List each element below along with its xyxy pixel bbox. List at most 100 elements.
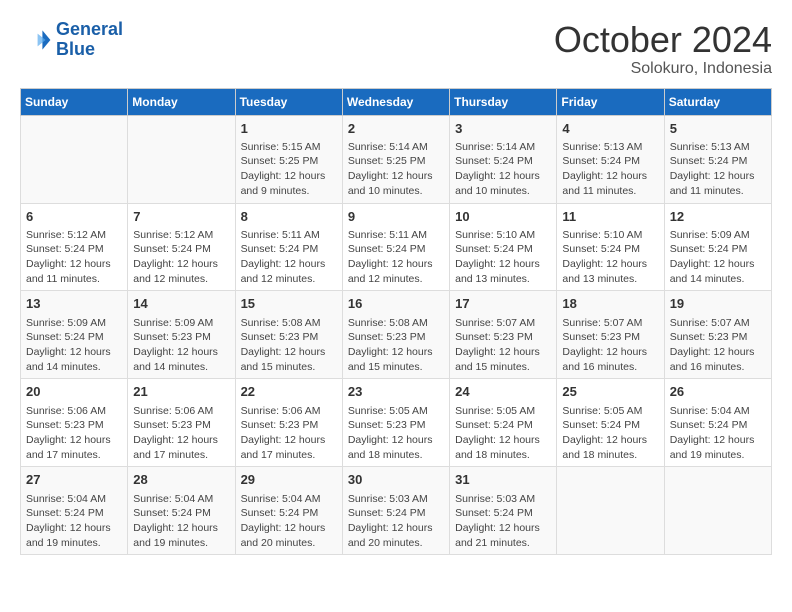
day-info: Sunrise: 5:04 AMSunset: 5:24 PMDaylight:… [241, 492, 337, 551]
day-info: Sunrise: 5:07 AMSunset: 5:23 PMDaylight:… [562, 316, 658, 375]
calendar-week-row: 13 Sunrise: 5:09 AMSunset: 5:24 PMDayligh… [21, 291, 772, 379]
day-number: 30 [348, 471, 444, 489]
day-number: 21 [133, 383, 229, 401]
calendar-cell: 7Sunrise: 5:12 AMSunset: 5:24 PMDaylight… [128, 203, 235, 291]
weekday-header: Wednesday [342, 88, 449, 115]
calendar-cell: 12 Sunrise: 5:09 AMSunset: 5:24 PMDayligh… [664, 203, 771, 291]
calendar-week-row: 20 Sunrise: 5:06 AMSunset: 5:23 PMDayligh… [21, 379, 772, 467]
calendar-cell: 28Sunrise: 5:04 AMSunset: 5:24 PMDayligh… [128, 467, 235, 555]
logo-icon [20, 24, 52, 56]
day-number: 13 [26, 295, 122, 313]
calendar-cell: 17 Sunrise: 5:07 AMSunset: 5:23 PMDayligh… [450, 291, 557, 379]
calendar-week-row: 6 Sunrise: 5:12 AMSunset: 5:24 PMDaylight… [21, 203, 772, 291]
day-info: Sunrise: 5:06 AMSunset: 5:23 PMDaylight:… [133, 404, 229, 463]
calendar-week-row: 27Sunrise: 5:04 AMSunset: 5:24 PMDayligh… [21, 467, 772, 555]
month-title: October 2024 [554, 20, 772, 60]
calendar-cell: 1Sunrise: 5:15 AMSunset: 5:25 PMDaylight… [235, 115, 342, 203]
day-number: 10 [455, 208, 551, 226]
day-number: 31 [455, 471, 551, 489]
day-number: 24 [455, 383, 551, 401]
calendar-week-row: 1Sunrise: 5:15 AMSunset: 5:25 PMDaylight… [21, 115, 772, 203]
day-number: 16 [348, 295, 444, 313]
day-info: Sunrise: 5:05 AMSunset: 5:24 PMDaylight:… [562, 404, 658, 463]
weekday-header: Saturday [664, 88, 771, 115]
calendar-table: SundayMondayTuesdayWednesdayThursdayFrid… [20, 88, 772, 556]
day-info: Sunrise: 5:09 AMSunset: 5:24 PMDaylight:… [26, 316, 122, 375]
logo-text: General Blue [56, 20, 123, 60]
calendar-cell: 6 Sunrise: 5:12 AMSunset: 5:24 PMDaylight… [21, 203, 128, 291]
day-info: Sunrise: 5:09 AMSunset: 5:24 PMDaylight:… [670, 228, 766, 287]
day-info: Sunrise: 5:14 AMSunset: 5:24 PMDaylight:… [455, 140, 551, 199]
calendar-cell: 5 Sunrise: 5:13 AMSunset: 5:24 PMDaylight… [664, 115, 771, 203]
day-info: Sunrise: 5:06 AMSunset: 5:23 PMDaylight:… [26, 404, 122, 463]
day-number: 3 [455, 120, 551, 138]
day-number: 14 [133, 295, 229, 313]
day-number: 25 [562, 383, 658, 401]
day-info: Sunrise: 5:14 AMSunset: 5:25 PMDaylight:… [348, 140, 444, 199]
calendar-cell [128, 115, 235, 203]
calendar-cell [664, 467, 771, 555]
day-info: Sunrise: 5:03 AMSunset: 5:24 PMDaylight:… [455, 492, 551, 551]
calendar-cell: 16Sunrise: 5:08 AMSunset: 5:23 PMDayligh… [342, 291, 449, 379]
calendar-cell [557, 467, 664, 555]
page-header: General Blue October 2024 Solokuro, Indo… [20, 20, 772, 78]
calendar-cell: 29Sunrise: 5:04 AMSunset: 5:24 PMDayligh… [235, 467, 342, 555]
day-info: Sunrise: 5:09 AMSunset: 5:23 PMDaylight:… [133, 316, 229, 375]
calendar-cell: 21 Sunrise: 5:06 AMSunset: 5:23 PMDayligh… [128, 379, 235, 467]
calendar-cell: 4 Sunrise: 5:13 AMSunset: 5:24 PMDaylight… [557, 115, 664, 203]
day-number: 17 [455, 295, 551, 313]
day-number: 12 [670, 208, 766, 226]
weekday-header: Monday [128, 88, 235, 115]
title-section: October 2024 Solokuro, Indonesia [554, 20, 772, 78]
day-number: 4 [562, 120, 658, 138]
weekday-header: Tuesday [235, 88, 342, 115]
calendar-cell: 15 Sunrise: 5:08 AMSunset: 5:23 PMDayligh… [235, 291, 342, 379]
day-info: Sunrise: 5:13 AMSunset: 5:24 PMDaylight:… [670, 140, 766, 199]
day-info: Sunrise: 5:11 AMSunset: 5:24 PMDaylight:… [241, 228, 337, 287]
calendar-cell: 14 Sunrise: 5:09 AMSunset: 5:23 PMDayligh… [128, 291, 235, 379]
day-info: Sunrise: 5:05 AMSunset: 5:23 PMDaylight:… [348, 404, 444, 463]
day-number: 28 [133, 471, 229, 489]
day-number: 19 [670, 295, 766, 313]
calendar-cell: 18 Sunrise: 5:07 AMSunset: 5:23 PMDayligh… [557, 291, 664, 379]
day-info: Sunrise: 5:08 AMSunset: 5:23 PMDaylight:… [241, 316, 337, 375]
calendar-cell: 9Sunrise: 5:11 AMSunset: 5:24 PMDaylight… [342, 203, 449, 291]
calendar-cell: 10 Sunrise: 5:10 AMSunset: 5:24 PMDayligh… [450, 203, 557, 291]
day-info: Sunrise: 5:07 AMSunset: 5:23 PMDaylight:… [670, 316, 766, 375]
logo: General Blue [20, 20, 123, 60]
calendar-cell: 3 Sunrise: 5:14 AMSunset: 5:24 PMDaylight… [450, 115, 557, 203]
day-number: 6 [26, 208, 122, 226]
day-number: 15 [241, 295, 337, 313]
day-info: Sunrise: 5:05 AMSunset: 5:24 PMDaylight:… [455, 404, 551, 463]
weekday-header: Friday [557, 88, 664, 115]
calendar-cell: 19 Sunrise: 5:07 AMSunset: 5:23 PMDayligh… [664, 291, 771, 379]
weekday-header: Thursday [450, 88, 557, 115]
calendar-cell: 2 Sunrise: 5:14 AMSunset: 5:25 PMDaylight… [342, 115, 449, 203]
day-number: 7 [133, 208, 229, 226]
calendar-cell: 23 Sunrise: 5:05 AMSunset: 5:23 PMDayligh… [342, 379, 449, 467]
calendar-cell: 30 Sunrise: 5:03 AMSunset: 5:24 PMDayligh… [342, 467, 449, 555]
day-info: Sunrise: 5:04 AMSunset: 5:24 PMDaylight:… [26, 492, 122, 551]
day-info: Sunrise: 5:10 AMSunset: 5:24 PMDaylight:… [455, 228, 551, 287]
day-number: 11 [562, 208, 658, 226]
day-info: Sunrise: 5:04 AMSunset: 5:24 PMDaylight:… [670, 404, 766, 463]
day-number: 26 [670, 383, 766, 401]
calendar-cell: 27Sunrise: 5:04 AMSunset: 5:24 PMDayligh… [21, 467, 128, 555]
day-info: Sunrise: 5:13 AMSunset: 5:24 PMDaylight:… [562, 140, 658, 199]
day-number: 8 [241, 208, 337, 226]
calendar-cell: 22Sunrise: 5:06 AMSunset: 5:23 PMDayligh… [235, 379, 342, 467]
day-info: Sunrise: 5:12 AMSunset: 5:24 PMDaylight:… [26, 228, 122, 287]
day-number: 18 [562, 295, 658, 313]
calendar-cell: 26 Sunrise: 5:04 AMSunset: 5:24 PMDayligh… [664, 379, 771, 467]
day-info: Sunrise: 5:07 AMSunset: 5:23 PMDaylight:… [455, 316, 551, 375]
day-number: 23 [348, 383, 444, 401]
day-info: Sunrise: 5:03 AMSunset: 5:24 PMDaylight:… [348, 492, 444, 551]
day-number: 5 [670, 120, 766, 138]
day-number: 20 [26, 383, 122, 401]
day-number: 2 [348, 120, 444, 138]
weekday-header-row: SundayMondayTuesdayWednesdayThursdayFrid… [21, 88, 772, 115]
calendar-cell: 25 Sunrise: 5:05 AMSunset: 5:24 PMDayligh… [557, 379, 664, 467]
calendar-cell: 13 Sunrise: 5:09 AMSunset: 5:24 PMDayligh… [21, 291, 128, 379]
day-info: Sunrise: 5:11 AMSunset: 5:24 PMDaylight:… [348, 228, 444, 287]
day-number: 1 [241, 120, 337, 138]
